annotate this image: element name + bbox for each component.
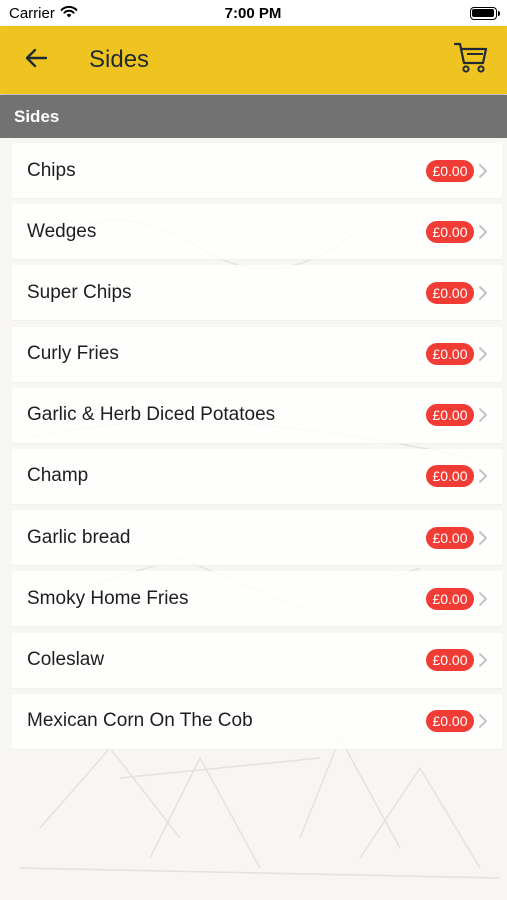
status-bar: Carrier 7:00 PM [0,0,507,26]
list-item[interactable]: Champ £0.00 [12,448,502,505]
list-item[interactable]: Super Chips £0.00 [12,265,502,322]
chevron-right-icon [478,163,490,179]
navigation-bar: Sides [0,26,507,94]
list-item[interactable]: Wedges £0.00 [12,204,502,261]
battery-icon [469,6,500,20]
price-badge: £0.00 [426,281,474,304]
list-item[interactable]: Garlic bread £0.00 [12,510,502,567]
item-name: Chips [27,159,76,181]
status-right [357,6,500,20]
item-name: Coleslaw [27,649,105,670]
item-name: Curly Fries [27,343,119,365]
list-item[interactable]: Smoky Home Fries £0.00 [12,571,502,628]
chevron-right-icon [478,468,490,484]
back-button[interactable] [11,35,61,85]
item-name: Garlic & Herb Diced Potatoes [27,404,276,426]
price-badge: £0.00 [426,404,474,427]
wifi-icon [60,5,78,22]
list-item[interactable]: Mexican Corn On The Cob £0.00 [12,693,502,750]
section-header: Sides [0,95,507,138]
page-title: Sides [89,46,150,73]
item-name: Super Chips [27,281,132,303]
price-badge: £0.00 [426,220,474,243]
list-item[interactable]: Coleslaw £0.00 [12,632,502,689]
chevron-right-icon [478,530,490,546]
cart-button[interactable] [449,38,493,82]
cart-icon [453,42,488,79]
chevron-right-icon [478,224,490,240]
status-time: 7:00 PM [224,4,282,22]
item-name: Smoky Home Fries [27,587,189,609]
price-badge: £0.00 [426,526,474,549]
item-name: Champ [27,465,89,487]
chevron-right-icon [478,346,490,362]
chevron-right-icon [478,713,490,729]
chevron-right-icon [478,652,490,668]
sides-list: Chips £0.00 Wedges £0.00 Super Chips £0.00 Cur… [12,143,502,755]
price-badge: £0.00 [426,159,474,182]
carrier-label: Carrier [9,4,55,22]
chevron-right-icon [478,591,490,607]
list-item[interactable]: Garlic & Herb Diced Potatoes £0.00 [12,387,502,444]
price-badge: £0.00 [426,465,474,488]
price-badge: £0.00 [426,649,474,671]
chevron-right-icon [478,285,490,301]
item-name: Wedges [27,220,97,242]
list-item[interactable]: Curly Fries £0.00 [12,326,502,383]
price-badge: £0.00 [426,343,474,366]
price-badge: £0.00 [426,587,474,610]
status-left: Carrier [9,5,149,22]
chevron-right-icon [478,407,490,423]
list-item[interactable]: Chips £0.00 [12,143,502,199]
arrow-left-icon [24,48,48,73]
item-name: Mexican Corn On The Cob [27,710,253,732]
item-name: Garlic bread [27,526,131,548]
price-badge: £0.00 [426,710,474,733]
